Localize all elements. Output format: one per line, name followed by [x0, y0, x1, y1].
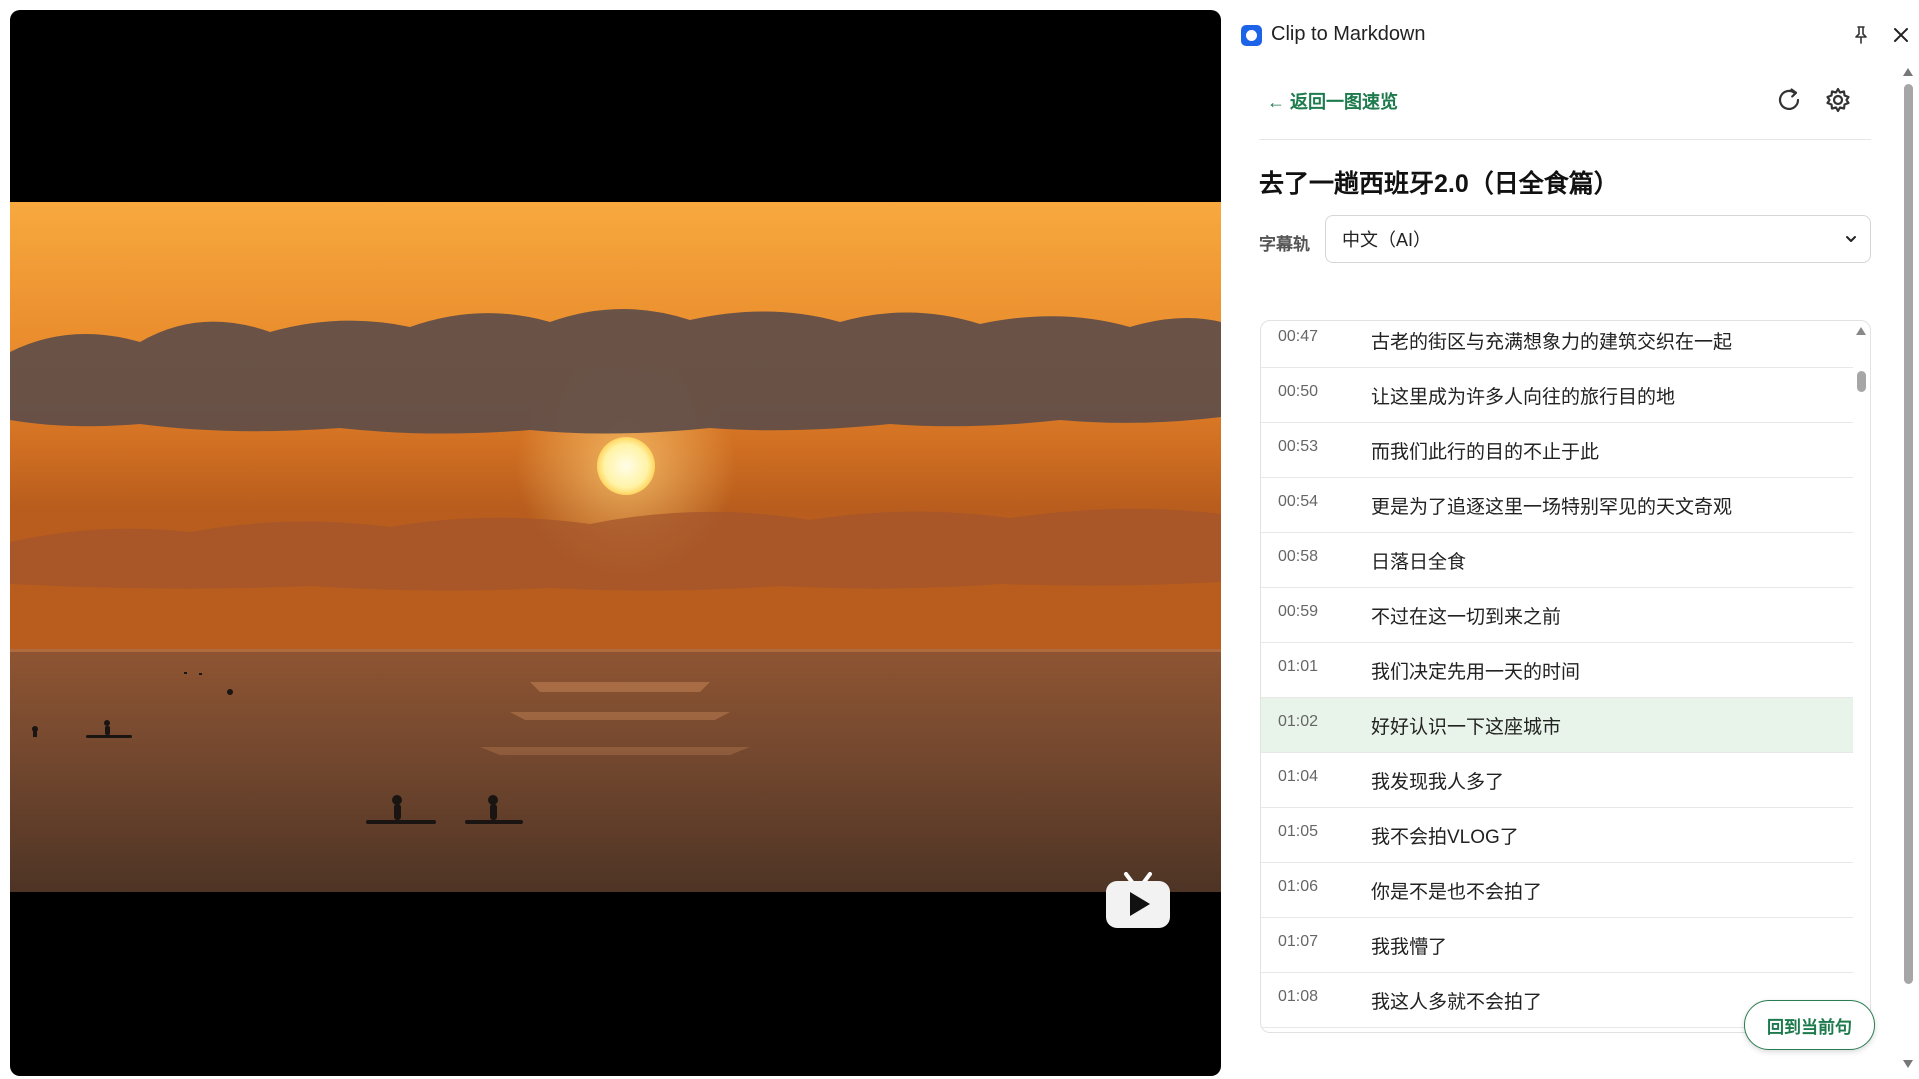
subtitle-timestamp: 00:58	[1278, 548, 1319, 565]
subtitle-text: 好好认识一下这座城市	[1371, 717, 1562, 738]
subtitle-timestamp: 00:59	[1278, 603, 1319, 620]
subtitle-track-label: 字幕轨	[1259, 235, 1310, 254]
subtitle-text: 我不会拍VLOG了	[1371, 827, 1519, 848]
app-logo-icon	[1241, 25, 1262, 46]
video-frame-image	[10, 202, 1221, 892]
subtitle-row[interactable]: 00:53 而我们此行的目的不止于此	[1261, 423, 1853, 478]
panel-scrollbar[interactable]	[1901, 60, 1915, 1079]
back-to-current-button[interactable]: 回到当前句	[1744, 1000, 1875, 1050]
subtitle-text: 我我懵了	[1371, 937, 1448, 958]
subtitle-row[interactable]: 00:58 日落日全食	[1261, 533, 1853, 588]
subtitle-row[interactable]: 01:02 好好认识一下这座城市	[1261, 698, 1853, 753]
subtitle-timestamp: 00:53	[1278, 438, 1319, 455]
close-icon[interactable]	[1890, 24, 1912, 46]
panel-titlebar: Clip to Markdown	[1221, 0, 1919, 70]
subtitle-row[interactable]: 01:06 你是不是也不会拍了	[1261, 863, 1853, 918]
play-tv-icon[interactable]	[1104, 872, 1172, 930]
subtitle-text: 我发现我人多了	[1371, 772, 1505, 793]
subtitle-timestamp: 00:50	[1278, 383, 1319, 400]
subtitle-list[interactable]: 00:47 古老的街区与充满想象力的建筑交织在一起 00:50 让这里成为许多人向往的…	[1260, 320, 1871, 1033]
subtitle-timestamp: 00:47	[1278, 328, 1319, 345]
subtitle-row[interactable]: 00:50 让这里成为许多人向往的旅行目的地	[1261, 368, 1853, 423]
scroll-thumb[interactable]	[1857, 371, 1866, 392]
subtitle-rows: 00:47 古老的街区与充满想象力的建筑交织在一起 00:50 让这里成为许多人向往的…	[1261, 321, 1853, 1028]
subtitle-row[interactable]: 00:54 更是为了追逐这里一场特别罕见的天文奇观	[1261, 478, 1853, 533]
app-title: Clip to Markdown	[1271, 23, 1426, 45]
subtitle-track-select[interactable]: 中文（AI）	[1325, 215, 1871, 263]
subtitle-text: 更是为了追逐这里一场特别罕见的天文奇观	[1371, 497, 1733, 518]
subtitle-row[interactable]: 01:07 我我懵了	[1261, 918, 1853, 973]
subtitle-text: 让这里成为许多人向往的旅行目的地	[1371, 387, 1676, 408]
subtitle-timestamp: 01:04	[1278, 768, 1319, 785]
subtitle-timestamp: 00:54	[1278, 493, 1319, 510]
scroll-up-arrow-icon[interactable]	[1856, 327, 1866, 335]
subtitle-timestamp: 01:08	[1278, 988, 1319, 1005]
subtitle-text: 日落日全食	[1371, 552, 1467, 573]
subtitle-timestamp: 01:06	[1278, 878, 1319, 895]
video-frame-sunset[interactable]	[10, 202, 1221, 892]
pin-icon[interactable]	[1850, 24, 1872, 46]
subtitle-track-value: 中文（AI）	[1342, 230, 1432, 250]
video-player[interactable]	[10, 10, 1221, 1076]
subtitle-list-scrollbar[interactable]	[1854, 321, 1868, 1032]
subtitle-timestamp: 01:07	[1278, 933, 1319, 950]
subtitle-text: 不过在这一切到来之前	[1371, 607, 1562, 628]
subtitle-row[interactable]: 00:47 古老的街区与充满想象力的建筑交织在一起	[1261, 321, 1853, 368]
header-divider	[1259, 139, 1871, 140]
refresh-icon[interactable]	[1774, 85, 1804, 115]
subtitle-text: 古老的街区与充满想象力的建筑交织在一起	[1371, 332, 1733, 353]
scroll-thumb[interactable]	[1904, 84, 1913, 984]
subtitle-row[interactable]: 01:01 我们决定先用一天的时间	[1261, 643, 1853, 698]
scroll-down-arrow-icon[interactable]	[1903, 1060, 1913, 1068]
subtitle-row[interactable]: 01:04 我发现我人多了	[1261, 753, 1853, 808]
back-to-overview-link[interactable]: ← 返回一图速览	[1267, 88, 1398, 114]
subtitle-text: 你是不是也不会拍了	[1371, 882, 1543, 903]
subtitle-text: 我们决定先用一天的时间	[1371, 662, 1581, 683]
chevron-down-icon	[1846, 236, 1856, 242]
clip-to-markdown-panel: Clip to Markdown ← 返回一图速览 去了一趟西班牙2.0（日全食…	[1221, 0, 1919, 1079]
subtitle-text: 我这人多就不会拍了	[1371, 992, 1543, 1013]
subtitle-timestamp: 01:01	[1278, 658, 1319, 675]
scroll-up-arrow-icon[interactable]	[1903, 68, 1913, 76]
subtitle-row[interactable]: 00:59 不过在这一切到来之前	[1261, 588, 1853, 643]
subtitle-text: 而我们此行的目的不止于此	[1371, 442, 1600, 463]
subtitle-row[interactable]: 01:05 我不会拍VLOG了	[1261, 808, 1853, 863]
video-title: 去了一趟西班牙2.0（日全食篇）	[1259, 170, 1619, 198]
gear-icon[interactable]	[1823, 85, 1853, 115]
subtitle-timestamp: 01:05	[1278, 823, 1319, 840]
subtitle-timestamp: 01:02	[1278, 713, 1319, 730]
